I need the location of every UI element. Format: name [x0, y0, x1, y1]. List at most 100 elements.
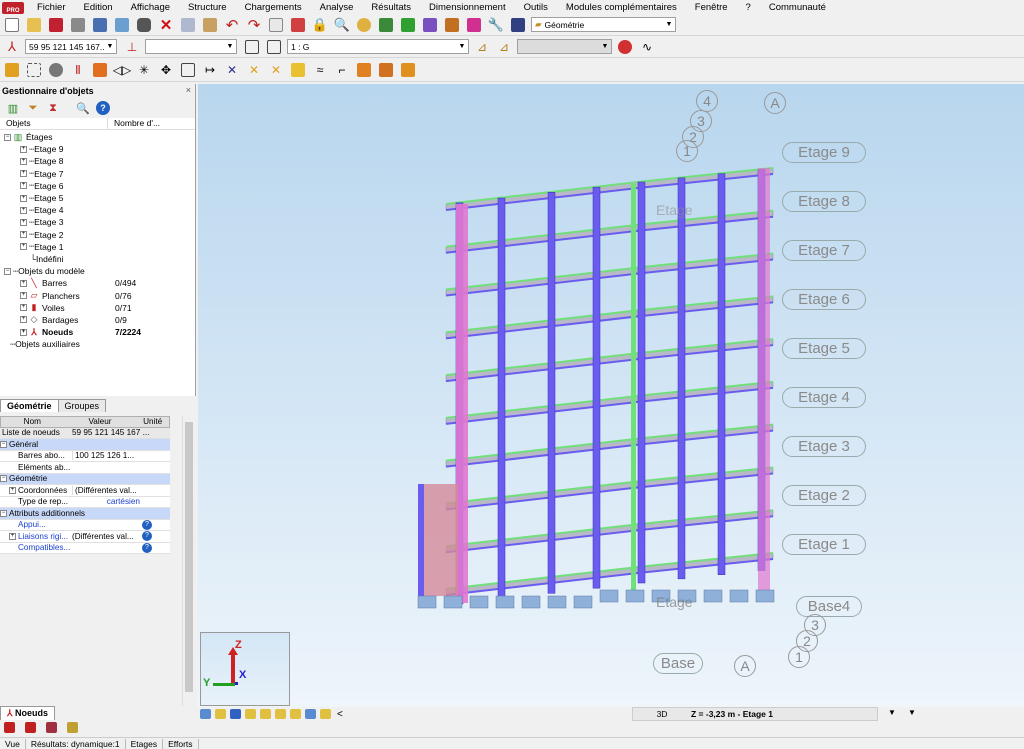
- column[interactable]: [418, 484, 424, 596]
- menu-edition[interactable]: Edition: [75, 2, 122, 13]
- load-case-select[interactable]: 1 : G ▼: [287, 39, 469, 54]
- wave-icon[interactable]: ∿: [638, 38, 656, 56]
- floor-up-icon[interactable]: [265, 38, 283, 56]
- prop-section-general[interactable]: − Général: [0, 439, 170, 451]
- tree-item-voiles[interactable]: + ▮ Voiles 0/71: [0, 302, 195, 314]
- beam[interactable]: [445, 529, 639, 554]
- beam[interactable]: [445, 352, 639, 377]
- results-icon[interactable]: [443, 16, 461, 34]
- move-icon[interactable]: ✥: [157, 61, 175, 79]
- scroll-thumb[interactable]: [185, 422, 193, 692]
- tree-item-etage-6[interactable]: + ┄ Etage 6: [0, 180, 195, 192]
- menu-fenetre[interactable]: Fenêtre: [686, 2, 737, 13]
- beam[interactable]: [445, 443, 639, 468]
- structure-icon[interactable]: [377, 16, 395, 34]
- beam[interactable]: [445, 394, 639, 419]
- tree-item-etage-4[interactable]: + ┄ Etage 4: [0, 204, 195, 216]
- footing[interactable]: [755, 589, 775, 603]
- beam[interactable]: [445, 400, 639, 425]
- view-tool-icon[interactable]: [288, 708, 302, 720]
- beam[interactable]: [445, 358, 639, 383]
- beam[interactable]: [445, 315, 639, 340]
- expand-icon[interactable]: +: [20, 328, 27, 336]
- prop-section-geometrie[interactable]: − Géométrie: [0, 473, 170, 485]
- beam[interactable]: [445, 309, 639, 334]
- copy-icon[interactable]: [179, 16, 197, 34]
- wrench-icon[interactable]: 🔧: [487, 16, 505, 34]
- expand-icon[interactable]: +: [20, 194, 27, 202]
- tree-item-etage-1[interactable]: + ┄ Etage 1: [0, 241, 195, 253]
- search-icon[interactable]: 🔍: [76, 101, 90, 115]
- tree-item-etage-5[interactable]: + ┄ Etage 5: [0, 192, 195, 204]
- menu-analyse[interactable]: Analyse: [311, 2, 363, 13]
- status-vue[interactable]: Vue: [0, 738, 26, 749]
- expand-icon[interactable]: +: [20, 231, 27, 239]
- floors-icon[interactable]: ▥: [6, 101, 20, 115]
- prop-section-attributs[interactable]: − Attributs additionnels: [0, 508, 170, 520]
- close-icon[interactable]: ×: [186, 85, 191, 95]
- tree-item-indefini[interactable]: └ Indéfini: [0, 253, 195, 265]
- status-etages[interactable]: Etages: [126, 738, 164, 749]
- footing[interactable]: [469, 595, 489, 609]
- help-icon[interactable]: ?: [142, 542, 152, 553]
- expand-icon[interactable]: +: [20, 292, 27, 300]
- column[interactable]: [717, 173, 726, 575]
- footing[interactable]: [729, 589, 749, 603]
- prop-row-repere[interactable]: Type de rep... cartésien: [0, 497, 170, 508]
- table-icon[interactable]: [267, 16, 285, 34]
- expand-icon[interactable]: +: [20, 182, 27, 190]
- load-combo-icon[interactable]: ⊿: [495, 38, 513, 56]
- view-tool-icon[interactable]: [303, 708, 317, 720]
- tree-item-barres[interactable]: + ╲ Barres 0/494: [0, 277, 195, 289]
- collapse-icon[interactable]: −: [4, 133, 11, 141]
- book-icon[interactable]: [91, 16, 109, 34]
- bar-view-icon[interactable]: [23, 721, 37, 735]
- design-icon[interactable]: [465, 16, 483, 34]
- status-efforts[interactable]: Efforts: [163, 738, 199, 749]
- bar-tool-icon[interactable]: Ⅱ: [69, 61, 87, 79]
- tree-item-model-objects[interactable]: − ┄ Objets du modèle: [0, 265, 195, 277]
- menu-dimensionnement[interactable]: Dimensionnement: [420, 2, 515, 13]
- footing[interactable]: [417, 595, 437, 609]
- redo-icon[interactable]: ↷: [245, 16, 263, 34]
- prop-row-coordonnees[interactable]: + Coordonnées (Différentes val...: [0, 485, 170, 497]
- footing[interactable]: [521, 595, 541, 609]
- beam[interactable]: [445, 223, 639, 248]
- expand-icon[interactable]: +: [20, 218, 27, 226]
- slab-view-icon[interactable]: [65, 721, 79, 735]
- help-icon[interactable]: ?: [96, 101, 110, 115]
- zoom-icon[interactable]: [355, 16, 373, 34]
- beam[interactable]: [445, 437, 639, 462]
- hat-icon[interactable]: [616, 38, 634, 56]
- bar-list-select[interactable]: ▼: [145, 39, 237, 54]
- status-results[interactable]: Résultats: dynamique:1: [26, 738, 126, 749]
- tree-item-etage-3[interactable]: + ┄ Etage 3: [0, 216, 195, 228]
- view-tool-icon[interactable]: [213, 708, 227, 720]
- paste-icon[interactable]: [201, 16, 219, 34]
- layout-icon[interactable]: [509, 16, 527, 34]
- view-tool-icon[interactable]: [273, 708, 287, 720]
- footing[interactable]: [573, 595, 593, 609]
- frame-icon[interactable]: [355, 61, 373, 79]
- load-icon[interactable]: [399, 16, 417, 34]
- node-view-icon[interactable]: [2, 721, 16, 735]
- column[interactable]: [592, 186, 601, 589]
- prop-row-liaisons[interactable]: + Liaisons rigi... (Différentes val... ?: [0, 531, 170, 543]
- column[interactable]: [547, 192, 556, 594]
- properties-scrollbar[interactable]: [182, 416, 195, 706]
- tree-item-etage-7[interactable]: + ┄ Etage 7: [0, 168, 195, 180]
- menu-help[interactable]: ?: [737, 2, 760, 13]
- lock-icon[interactable]: 🔒: [311, 16, 329, 34]
- expand-icon[interactable]: +: [20, 145, 27, 153]
- structure-model[interactable]: [198, 84, 1024, 707]
- beam[interactable]: [445, 480, 639, 505]
- calculator-icon[interactable]: [289, 16, 307, 34]
- expand-icon[interactable]: +: [20, 243, 27, 251]
- table-view-icon[interactable]: [44, 721, 58, 735]
- search-icon[interactable]: 🔍: [333, 16, 351, 34]
- menu-resultats[interactable]: Résultats: [362, 2, 420, 13]
- beam[interactable]: [445, 523, 639, 548]
- collapse-icon[interactable]: −: [0, 440, 7, 448]
- readout-up-arrow[interactable]: ▼: [908, 708, 916, 717]
- view-tool-icon[interactable]: [243, 708, 257, 720]
